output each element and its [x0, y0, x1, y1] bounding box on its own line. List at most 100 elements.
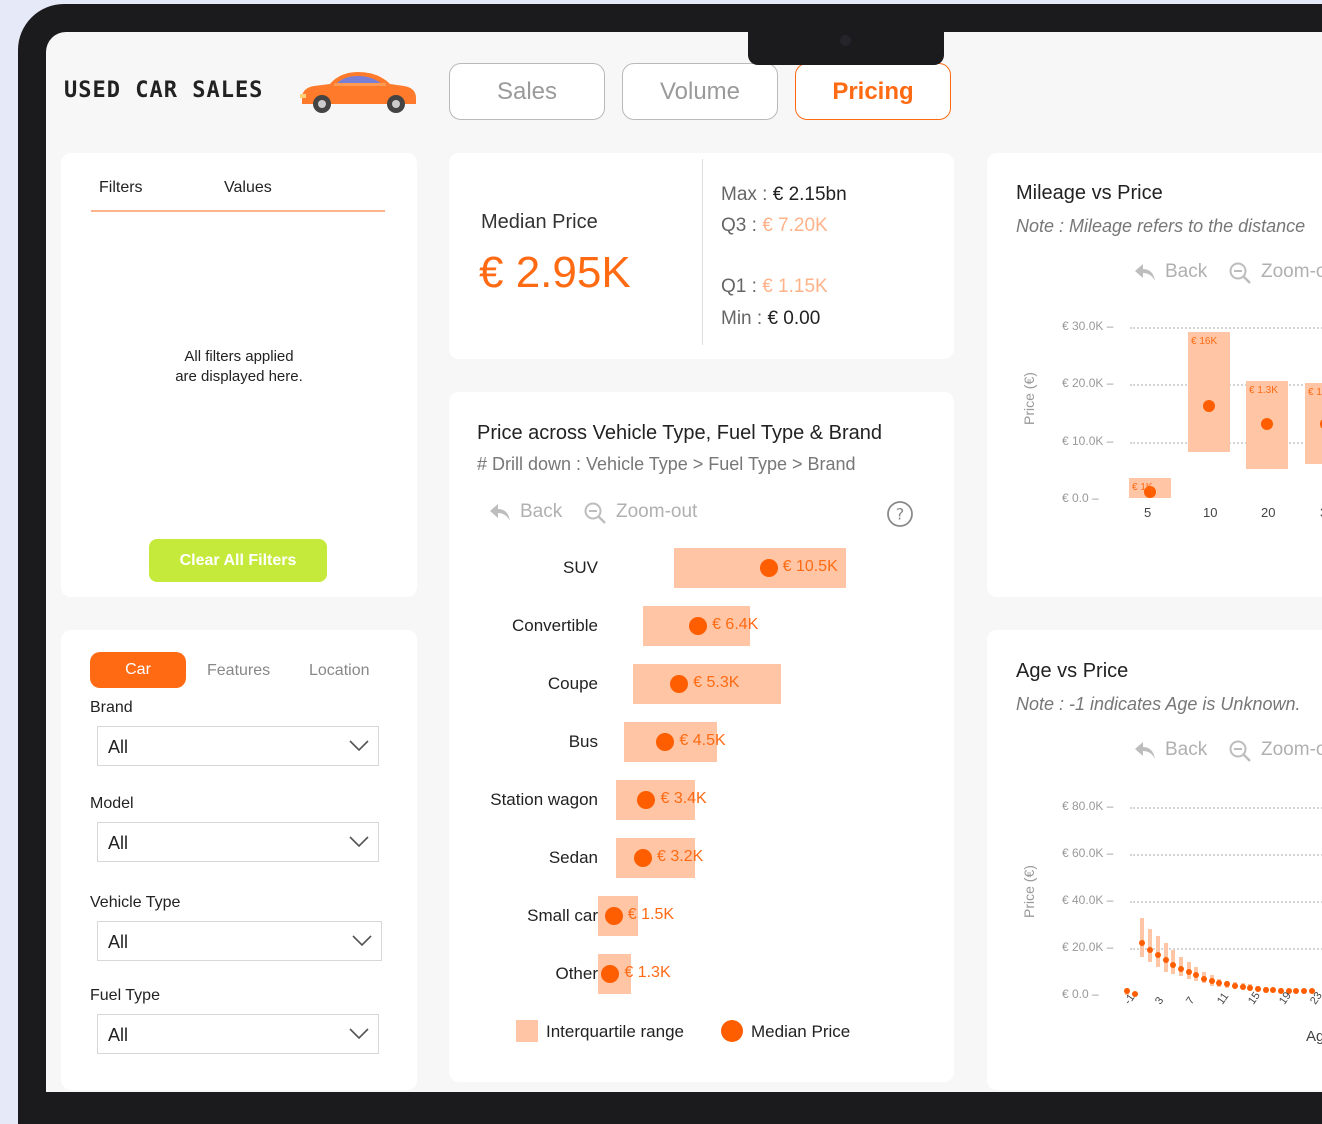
legend-iqr-label: Interquartile range — [546, 1022, 684, 1041]
zoom-out-icon[interactable] — [1228, 261, 1254, 285]
vehicle-type-label: Vehicle Type — [90, 894, 181, 911]
legend-median-swatch — [721, 1020, 743, 1042]
mileage-ylabel: Price (€) — [1021, 372, 1037, 425]
iqr-box — [1188, 331, 1230, 453]
y-tick-label: € 80.0K – — [1062, 799, 1114, 813]
model-dropdown[interactable]: All — [97, 822, 379, 862]
camera-icon — [840, 35, 851, 46]
category-label: Bus — [568, 732, 598, 751]
price-chart-subtitle: # Drill down : Vehicle Type > Fuel Type … — [477, 454, 856, 474]
y-tick-label: € 60.0K – — [1062, 846, 1114, 860]
chevron-down-icon — [349, 836, 369, 848]
age-back-button[interactable]: Back — [1165, 739, 1207, 761]
help-icon[interactable]: ? — [886, 500, 914, 528]
price-zoom-out-button[interactable]: Zoom-out — [616, 501, 697, 523]
x-tick-label: 20 — [1261, 505, 1276, 520]
header-divider — [91, 210, 385, 212]
data-label: € 3.4K — [660, 790, 707, 807]
gridline — [1130, 327, 1322, 329]
slicer-tab-features[interactable]: Features — [207, 662, 270, 680]
brand-value: All — [108, 737, 129, 757]
car-logo-icon — [300, 72, 416, 113]
brand-label: Brand — [90, 699, 133, 716]
age-chart-note: Note : -1 indicates Age is Unknown. — [1016, 694, 1301, 714]
fuel-type-dropdown[interactable]: All — [97, 1014, 379, 1054]
q3-stat: Q3 : € 7.20K — [721, 215, 828, 236]
y-tick-label: € 20.0K – — [1062, 376, 1114, 391]
age-chart-title: Age vs Price — [1016, 660, 1129, 682]
clear-all-filters-button[interactable]: Clear All Filters — [149, 539, 327, 582]
model-label: Model — [90, 795, 134, 812]
age-ylabel: Price (€) — [1021, 865, 1037, 918]
app-title: USED CAR SALES — [64, 78, 264, 103]
zoom-out-icon[interactable] — [1228, 739, 1254, 763]
camera-notch — [748, 20, 944, 65]
back-arrow-icon[interactable] — [1133, 739, 1157, 761]
data-label: € 4.5K — [679, 732, 726, 749]
median-point — [1239, 983, 1246, 990]
zoom-out-icon[interactable] — [583, 501, 609, 525]
y-tick-label: € 20.0K – — [1062, 940, 1114, 954]
category-label: Station wagon — [490, 790, 598, 809]
slicer-tab-car[interactable]: Car — [90, 652, 186, 688]
y-tick-label: € 0.0 – — [1062, 987, 1099, 1001]
applied-filters-card: Filters Values All filters applied are d… — [61, 153, 417, 597]
price-back-button[interactable]: Back — [520, 501, 562, 523]
median-point — [1261, 417, 1273, 430]
median-point — [689, 617, 708, 635]
gridline — [1130, 901, 1322, 903]
category-label: Convertible — [512, 616, 598, 635]
iqr-box — [1140, 917, 1145, 958]
median-point — [1170, 961, 1177, 968]
x-tick-label: 10 — [1203, 505, 1218, 520]
values-header: Values — [224, 179, 272, 196]
kpi-divider — [702, 159, 703, 345]
fuel-type-label: Fuel Type — [90, 987, 160, 1004]
data-label: € 5.3K — [693, 674, 740, 691]
kpi-value: € 2.95K — [479, 248, 631, 297]
mileage-chart-title: Mileage vs Price — [1016, 182, 1163, 204]
empty-state-line2: are displayed here. — [175, 368, 303, 385]
category-label: Other — [555, 964, 598, 983]
category-label: SUV — [563, 558, 598, 577]
filters-header: Filters — [99, 179, 143, 196]
mileage-chart-note: Note : Mileage refers to the distance — [1016, 216, 1306, 236]
median-point — [634, 849, 653, 867]
y-tick-label: € 10.0K – — [1062, 433, 1114, 448]
gridline — [1130, 854, 1322, 856]
brand-dropdown[interactable]: All — [97, 726, 379, 766]
mileage-zoom-out-button[interactable]: Zoom-o — [1261, 261, 1322, 283]
data-label: € 1.3K — [1249, 384, 1278, 396]
mileage-back-button[interactable]: Back — [1165, 261, 1207, 283]
vehicle-type-value: All — [108, 932, 129, 952]
data-label: € 1.3K — [624, 964, 671, 981]
tab-pricing[interactable]: Pricing — [795, 63, 951, 120]
y-tick-label: € 30.0K – — [1062, 319, 1114, 333]
back-arrow-icon[interactable] — [488, 501, 512, 523]
median-point — [1154, 952, 1161, 959]
gridline — [1130, 807, 1322, 809]
y-tick-label: € 40.0K – — [1062, 893, 1114, 907]
median-price-card: Median Price € 2.95K Max : € 2.15bn Q3 :… — [449, 153, 954, 359]
min-stat: Min : € 0.00 — [721, 308, 821, 329]
data-label: € 1.5K — [627, 906, 675, 923]
category-label: Coupe — [547, 674, 598, 693]
slicer-tab-location[interactable]: Location — [309, 662, 370, 680]
iqr-box — [1148, 929, 1153, 963]
empty-state-line1: All filters applied — [184, 348, 294, 365]
kpi-label: Median Price — [481, 211, 598, 233]
median-point — [604, 907, 623, 925]
legend-iqr-swatch — [516, 1020, 538, 1042]
age-zoom-out-button[interactable]: Zoom-o — [1261, 739, 1322, 761]
vehicle-type-dropdown[interactable]: All — [97, 921, 382, 961]
price-chart-title: Price across Vehicle Type, Fuel Type & B… — [477, 422, 883, 444]
back-arrow-icon[interactable] — [1133, 261, 1157, 283]
data-label: € 16K — [1191, 335, 1218, 347]
tab-volume[interactable]: Volume — [622, 63, 778, 120]
data-label: € 3.2K — [657, 848, 704, 865]
fuel-type-value: All — [108, 1025, 129, 1045]
data-label: € 10.5K — [782, 558, 838, 575]
tab-sales[interactable]: Sales — [449, 63, 605, 120]
chevron-down-icon — [349, 1028, 369, 1040]
y-tick-label: € 0.0 – — [1062, 490, 1099, 505]
